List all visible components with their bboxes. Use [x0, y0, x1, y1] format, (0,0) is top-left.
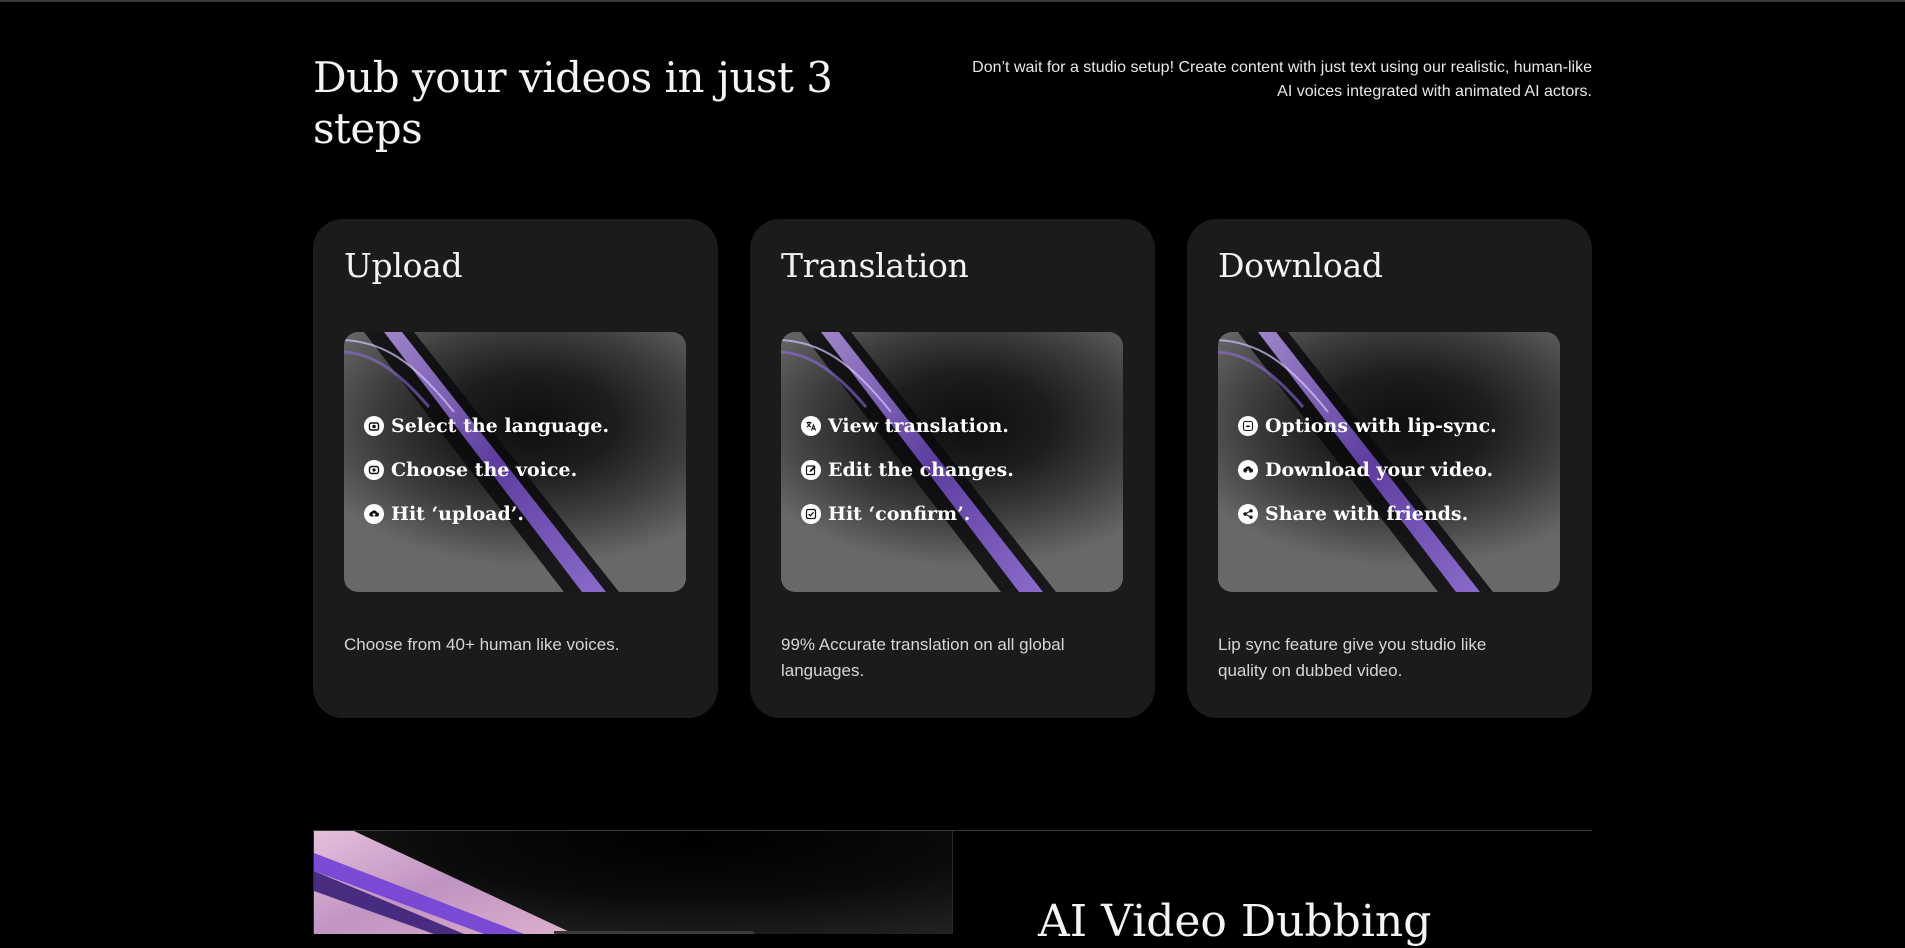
step-list: Select the language. Choose the voice. H…: [364, 404, 609, 536]
step-label: Options with lip-sync.: [1265, 415, 1497, 437]
upload-cloud-icon: [364, 504, 384, 524]
step-item: Download your video.: [1238, 448, 1497, 492]
step-item: Hit ‘confirm’.: [801, 492, 1014, 536]
card-visual: View translation. Edit the changes. Hit …: [781, 332, 1123, 592]
section-title: Dub your videos in just 3 steps: [313, 53, 833, 153]
card-description: Choose from 40+ human like voices.: [344, 635, 620, 654]
share-icon: [1238, 504, 1258, 524]
step-item: Edit the changes.: [801, 448, 1014, 492]
card-visual: Select the language. Choose the voice. H…: [344, 332, 686, 592]
step-item: Options with lip-sync.: [1238, 404, 1497, 448]
step-card-download: Download Options with lip-sync. Download…: [1187, 219, 1592, 718]
step-item: Select the language.: [364, 404, 609, 448]
pink-streak-graphic: [314, 831, 754, 934]
card-description: Lip sync feature give you studio like qu…: [1218, 635, 1487, 680]
translate-icon: [801, 416, 821, 436]
record-icon: [364, 460, 384, 480]
card-visual: Options with lip-sync. Download your vid…: [1218, 332, 1560, 592]
step-list: View translation. Edit the changes. Hit …: [801, 404, 1014, 536]
card-title: Upload: [344, 246, 463, 285]
card-title: Translation: [781, 246, 969, 285]
step-card-translation: Translation View translation. Edit the c…: [750, 219, 1155, 718]
edit-icon: [801, 460, 821, 480]
top-border: [0, 0, 1905, 2]
lip-sync-icon: [1238, 416, 1258, 436]
section-intro: Don’t wait for a studio setup! Create co…: [972, 59, 1592, 100]
step-item: Hit ‘upload’.: [364, 492, 609, 536]
step-item: View translation.: [801, 404, 1014, 448]
step-label: Share with friends.: [1265, 503, 1469, 525]
step-label: Hit ‘upload’.: [391, 503, 524, 525]
step-label: Hit ‘confirm’.: [828, 503, 971, 525]
download-cloud-icon: [1238, 460, 1258, 480]
card-title: Download: [1218, 246, 1383, 285]
step-label: Download your video.: [1265, 459, 1494, 481]
step-item: Choose the voice.: [364, 448, 609, 492]
step-label: Edit the changes.: [828, 459, 1014, 481]
step-label: View translation.: [828, 415, 1009, 437]
check-box-icon: [801, 504, 821, 524]
step-card-upload: Upload Select the language. Choose the v…: [313, 219, 718, 718]
dubbing-hero-visual: [313, 831, 953, 934]
step-label: Select the language.: [391, 415, 610, 437]
step-list: Options with lip-sync. Download your vid…: [1238, 404, 1497, 536]
next-section-title: AI Video Dubbing: [1038, 896, 1432, 947]
card-description: 99% Accurate translation on all global l…: [781, 635, 1065, 680]
step-item: Share with friends.: [1238, 492, 1497, 536]
camera-icon: [364, 416, 384, 436]
step-label: Choose the voice.: [391, 459, 578, 481]
